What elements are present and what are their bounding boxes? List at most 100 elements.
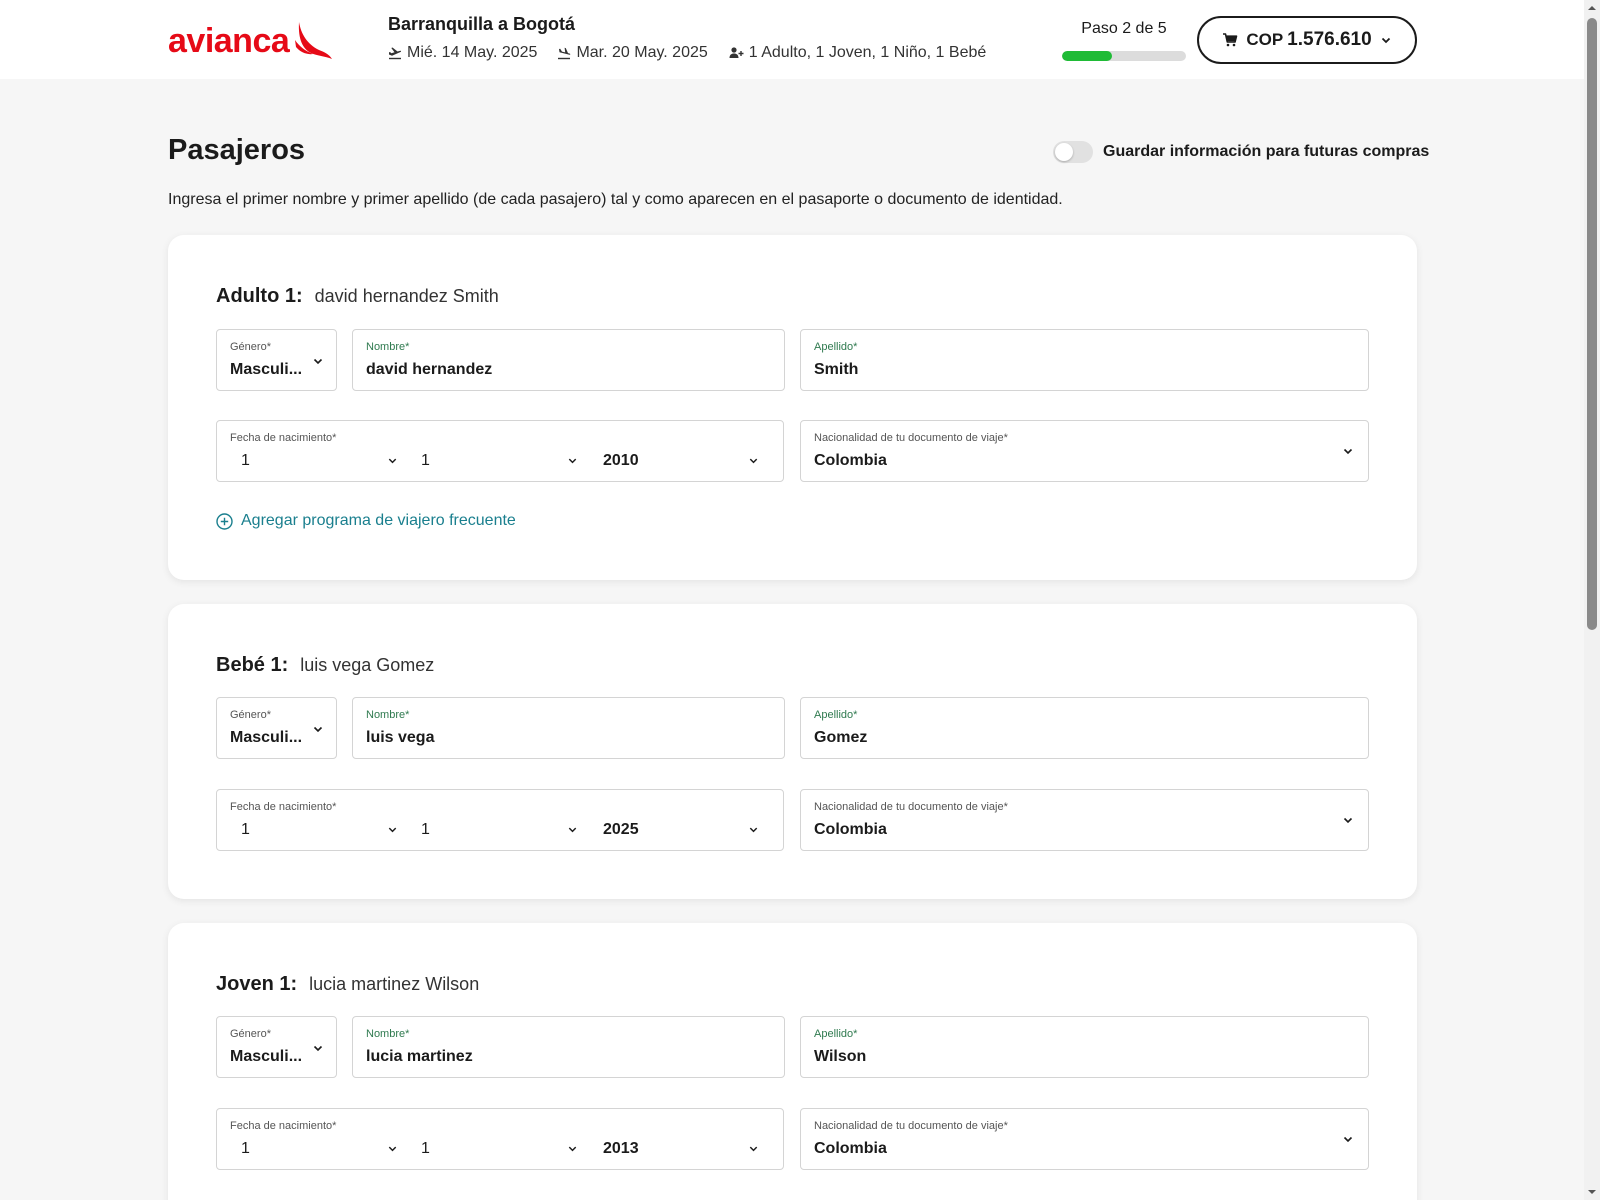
birth-day-value[interactable]: 1 bbox=[241, 821, 250, 839]
first-name-label: Nombre* bbox=[366, 709, 410, 721]
first-name-field[interactable]: Nombre* lucia martinez bbox=[352, 1016, 785, 1078]
gender-select[interactable]: Género* Masculi... bbox=[216, 1016, 337, 1078]
gender-select[interactable]: Género* Masculi... bbox=[216, 329, 337, 391]
last-name-label: Apellido* bbox=[814, 341, 858, 353]
departure-date: Mié. 14 May. 2025 bbox=[407, 44, 538, 61]
birth-day-value[interactable]: 1 bbox=[241, 452, 250, 470]
birth-year-value[interactable]: 2025 bbox=[603, 821, 639, 839]
shopping-cart-icon bbox=[1223, 33, 1238, 47]
passenger-heading: Adulto 1: david hernandez Smith bbox=[216, 285, 499, 308]
birth-date-field[interactable]: Fecha de nacimiento* 1 1 2010 bbox=[216, 420, 784, 482]
gender-select[interactable]: Género* Masculi... bbox=[216, 697, 337, 759]
gender-value: Masculi... bbox=[230, 729, 303, 746]
passengers-summary: 1 Adulto, 1 Joven, 1 Niño, 1 Bebé bbox=[748, 44, 987, 61]
nationality-value: Colombia bbox=[814, 452, 887, 469]
birth-month-value[interactable]: 1 bbox=[421, 1140, 430, 1158]
logo-wordmark: avianca bbox=[168, 22, 290, 60]
birth-date-field[interactable]: Fecha de nacimiento* 1 1 2013 bbox=[216, 1108, 784, 1170]
top-header: avianca Barranquilla a Bogotá Mié. 14 Ma… bbox=[0, 0, 1584, 79]
cart-amount: 1.576.610 bbox=[1287, 29, 1372, 50]
birth-date-label: Fecha de nacimiento* bbox=[230, 1120, 337, 1132]
save-info-toggle-row: Guardar información para futuras compras bbox=[1053, 141, 1429, 163]
passenger-heading: Joven 1: lucia martinez Wilson bbox=[216, 973, 479, 996]
nationality-value: Colombia bbox=[814, 821, 887, 838]
chevron-down-icon bbox=[568, 458, 577, 464]
add-frequent-flyer-link[interactable]: Agregar programa de viajero frecuente bbox=[216, 512, 516, 530]
nationality-select[interactable]: Nacionalidad de tu documento de viaje* C… bbox=[800, 1108, 1369, 1170]
chevron-down-icon bbox=[313, 1045, 323, 1052]
avianca-logo[interactable]: avianca bbox=[168, 20, 333, 60]
birth-date-field[interactable]: Fecha de nacimiento* 1 1 2025 bbox=[216, 789, 784, 851]
birth-year-value[interactable]: 2013 bbox=[603, 1140, 639, 1158]
nationality-select[interactable]: Nacionalidad de tu documento de viaje* C… bbox=[800, 789, 1369, 851]
birth-day-value[interactable]: 1 bbox=[241, 1140, 250, 1158]
save-info-toggle[interactable] bbox=[1053, 141, 1093, 163]
progress-bar bbox=[1062, 51, 1186, 61]
passenger-count-info: 1 Adulto, 1 Joven, 1 Niño, 1 Bebé bbox=[728, 44, 987, 62]
last-name-value: Smith bbox=[814, 361, 859, 378]
scroll-down-arrow-icon[interactable] bbox=[1587, 1187, 1597, 1197]
first-name-value: david hernandez bbox=[366, 361, 493, 378]
cart-currency: COP bbox=[1246, 30, 1284, 49]
gender-value: Masculi... bbox=[230, 1048, 303, 1065]
passenger-card-adult-1: Adulto 1: david hernandez Smith Género* … bbox=[168, 235, 1417, 580]
passenger-heading: Bebé 1: luis vega Gomez bbox=[216, 654, 434, 677]
chevron-down-icon bbox=[388, 1146, 397, 1152]
last-name-value: Wilson bbox=[814, 1048, 867, 1065]
birth-date-label: Fecha de nacimiento* bbox=[230, 801, 337, 813]
chevron-down-icon bbox=[313, 726, 323, 733]
frequent-flyer-label: Agregar programa de viajero frecuente bbox=[241, 512, 516, 529]
gender-label: Género* bbox=[230, 709, 271, 721]
last-name-label: Apellido* bbox=[814, 1028, 858, 1040]
first-name-field[interactable]: Nombre* david hernandez bbox=[352, 329, 785, 391]
gender-label: Género* bbox=[230, 1028, 271, 1040]
nationality-label: Nacionalidad de tu documento de viaje* bbox=[814, 1120, 1008, 1132]
first-name-value: lucia martinez bbox=[366, 1048, 473, 1065]
last-name-value: Gomez bbox=[814, 729, 868, 746]
last-name-label: Apellido* bbox=[814, 709, 858, 721]
nationality-label: Nacionalidad de tu documento de viaje* bbox=[814, 432, 1008, 444]
birth-year-value[interactable]: 2010 bbox=[603, 452, 639, 470]
passenger-full-name: luis vega Gomez bbox=[300, 655, 435, 675]
scroll-up-arrow-icon[interactable] bbox=[1587, 3, 1597, 13]
toggle-knob bbox=[1055, 143, 1073, 161]
return-date: Mar. 20 May. 2025 bbox=[576, 44, 708, 61]
cart-total-button[interactable]: COP 1.576.610 bbox=[1197, 16, 1417, 64]
first-name-value: luis vega bbox=[366, 729, 435, 746]
instructions-text: Ingresa el primer nombre y primer apelli… bbox=[168, 191, 1063, 208]
progress-bar-fill bbox=[1062, 51, 1112, 61]
page-title: Pasajeros bbox=[168, 134, 306, 166]
birth-month-value[interactable]: 1 bbox=[421, 821, 430, 839]
chevron-down-icon bbox=[568, 1146, 577, 1152]
first-name-field[interactable]: Nombre* luis vega bbox=[352, 697, 785, 759]
passenger-card-youth-1: Joven 1: lucia martinez Wilson Género* M… bbox=[168, 923, 1417, 1200]
passenger-type: Joven 1: bbox=[216, 973, 298, 995]
passenger-full-name: david hernandez Smith bbox=[314, 286, 499, 306]
departure-info: Mié. 14 May. 2025 bbox=[388, 44, 537, 62]
step-indicator: Paso 2 de 5 bbox=[1081, 20, 1167, 37]
bird-logo-icon bbox=[295, 22, 333, 59]
birth-month-value[interactable]: 1 bbox=[421, 452, 430, 470]
nationality-value: Colombia bbox=[814, 1140, 887, 1157]
chevron-down-icon bbox=[1343, 448, 1353, 455]
page-scrollbar[interactable] bbox=[1584, 0, 1600, 1200]
chevron-down-icon bbox=[1381, 37, 1390, 44]
passengers-icon bbox=[729, 47, 744, 58]
save-info-label: Guardar información para futuras compras bbox=[1103, 143, 1430, 160]
gender-label: Género* bbox=[230, 341, 271, 353]
last-name-field[interactable]: Apellido* Gomez bbox=[800, 697, 1369, 759]
chevron-down-icon bbox=[1343, 817, 1353, 824]
scrollbar-thumb[interactable] bbox=[1587, 18, 1597, 630]
gender-value: Masculi... bbox=[230, 361, 303, 378]
plane-landing-icon bbox=[558, 47, 571, 60]
nationality-select[interactable]: Nacionalidad de tu documento de viaje* C… bbox=[800, 420, 1369, 482]
nationality-label: Nacionalidad de tu documento de viaje* bbox=[814, 801, 1008, 813]
last-name-field[interactable]: Apellido* Wilson bbox=[800, 1016, 1369, 1078]
first-name-label: Nombre* bbox=[366, 341, 410, 353]
last-name-field[interactable]: Apellido* Smith bbox=[800, 329, 1369, 391]
return-info: Mar. 20 May. 2025 bbox=[557, 44, 708, 62]
chevron-down-icon bbox=[749, 458, 758, 464]
birth-date-label: Fecha de nacimiento* bbox=[230, 432, 337, 444]
chevron-down-icon bbox=[313, 358, 323, 365]
passenger-type: Adulto 1: bbox=[216, 285, 303, 307]
